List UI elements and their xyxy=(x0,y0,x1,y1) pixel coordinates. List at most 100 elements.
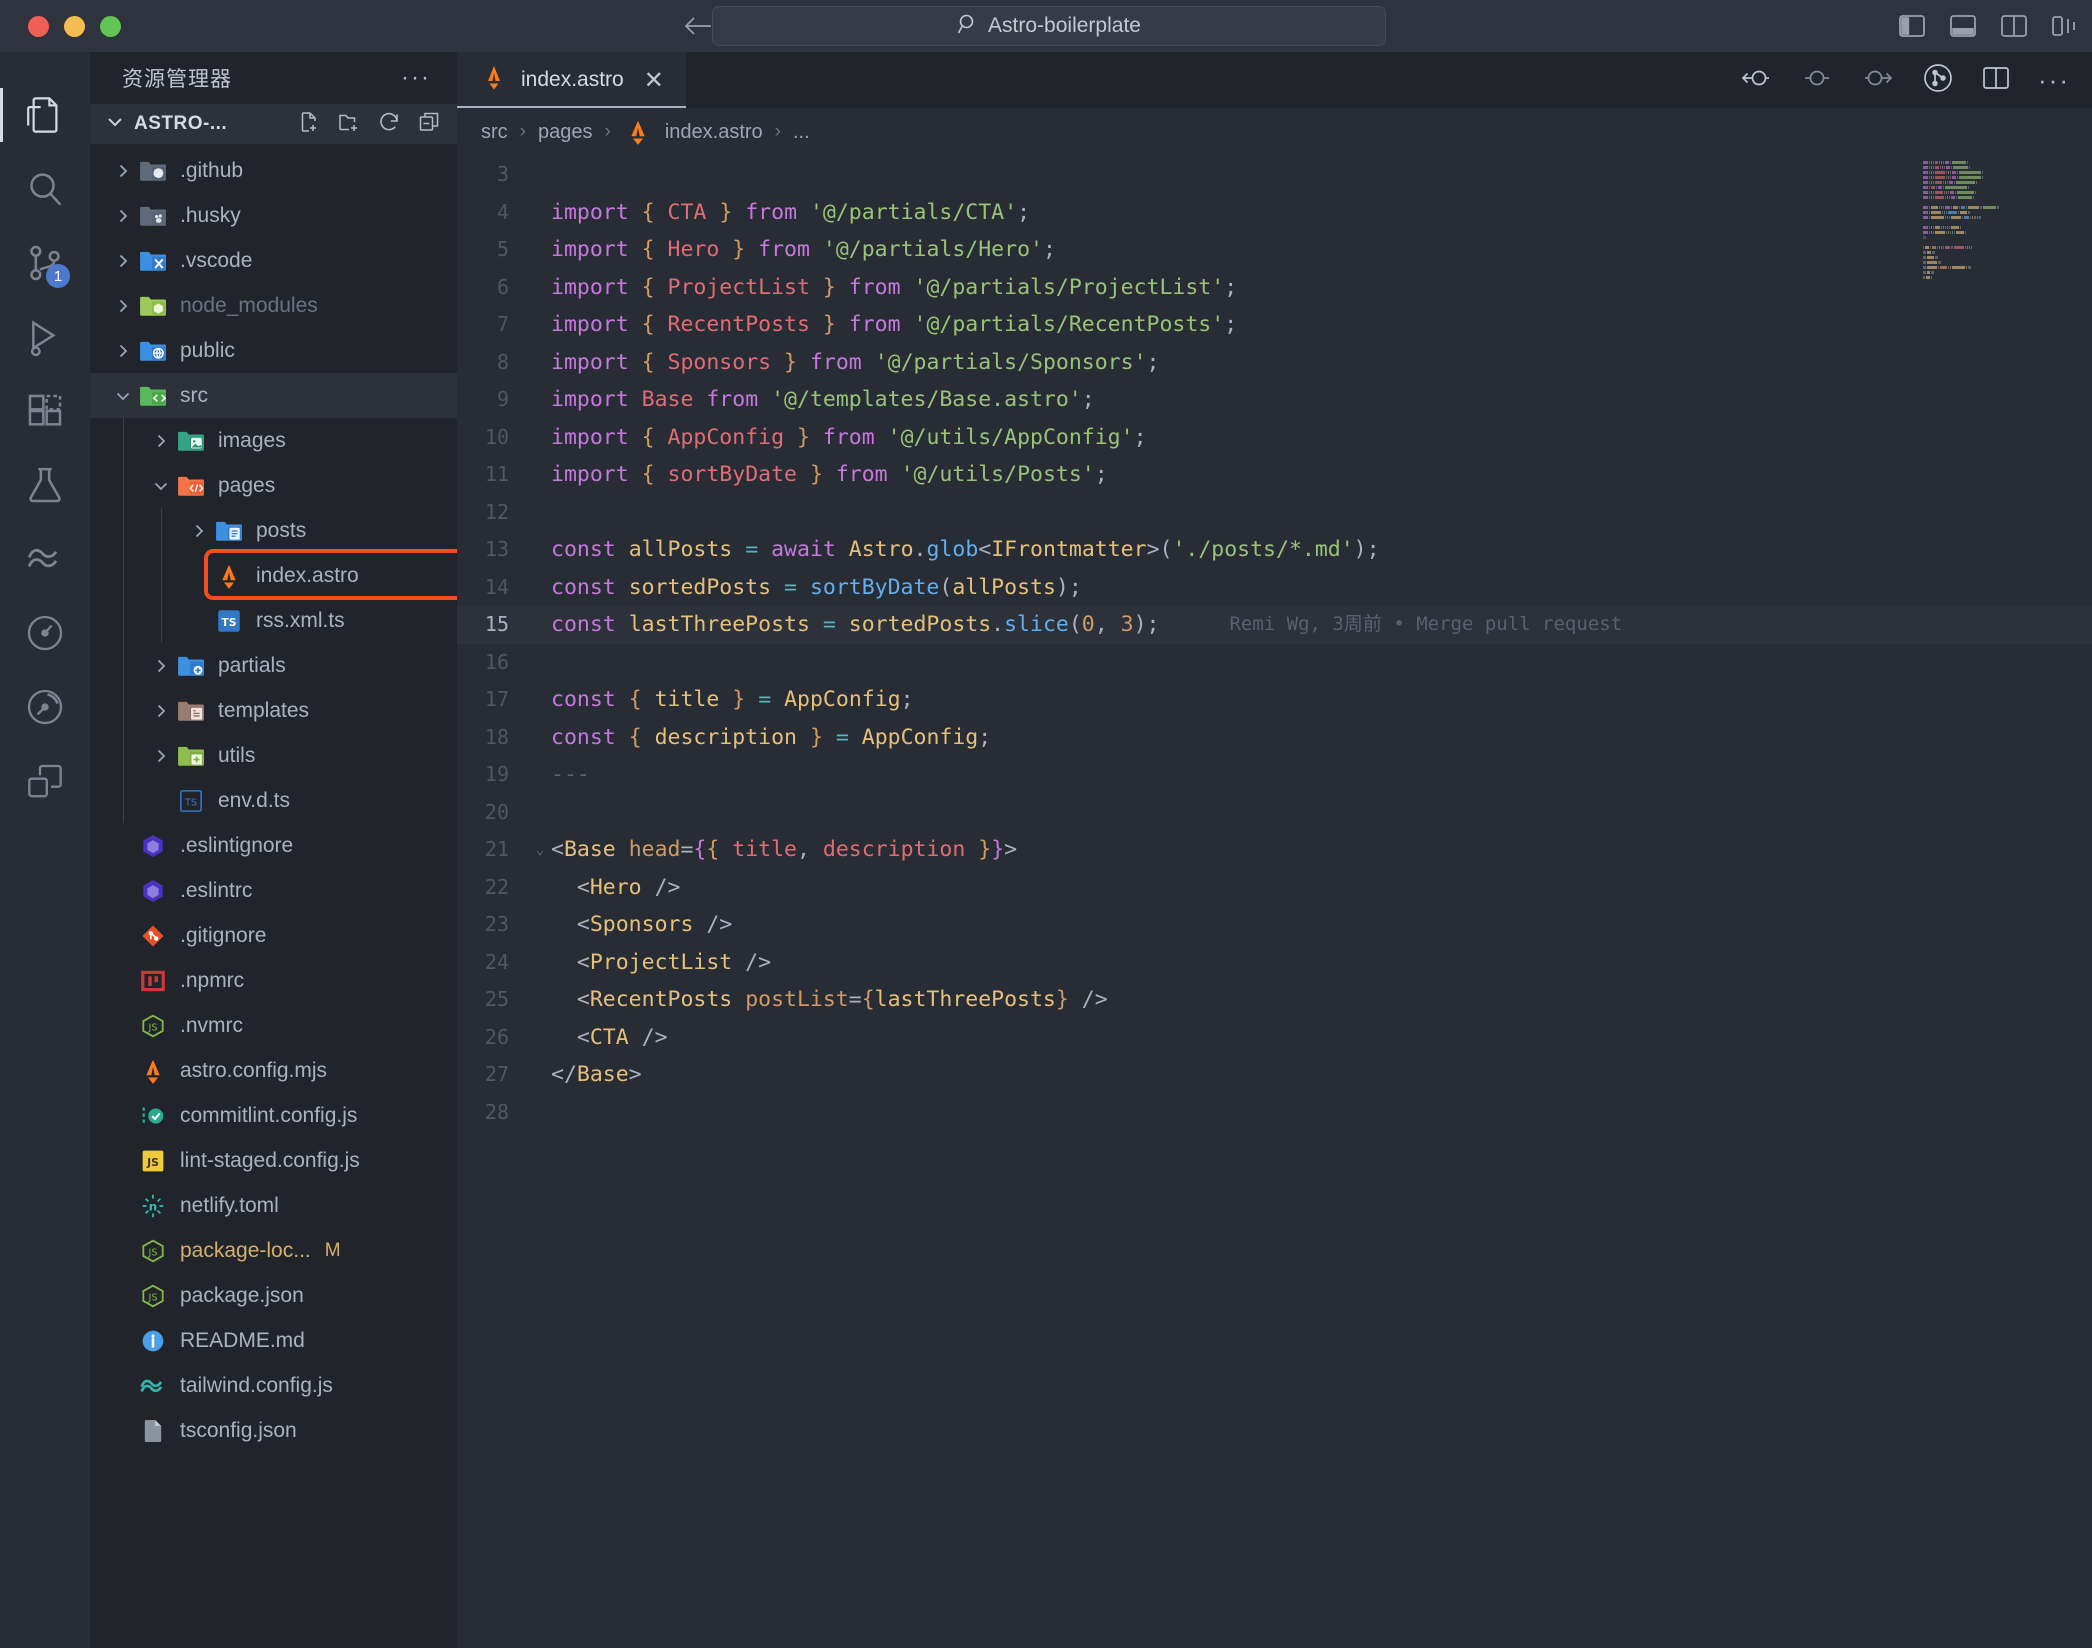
go-forward-icon[interactable] xyxy=(1861,65,1895,96)
go-back-icon[interactable] xyxy=(1739,65,1773,96)
code-line[interactable]: 8import { Sponsors } from '@/partials/Sp… xyxy=(457,344,2092,382)
code-line[interactable]: 14const sortedPosts = sortByDate(allPost… xyxy=(457,569,2092,607)
more-actions-icon[interactable]: ··· xyxy=(2038,74,2070,86)
code-line[interactable]: 6import { ProjectList } from '@/partials… xyxy=(457,269,2092,307)
activitybar-item-tailwind[interactable] xyxy=(0,522,90,596)
chevron-down-icon[interactable] xyxy=(110,386,136,406)
new-folder-icon[interactable] xyxy=(337,110,361,139)
tree-row-images[interactable]: images xyxy=(90,418,457,463)
tree-row-env-d-ts[interactable]: TSenv.d.ts xyxy=(90,778,457,823)
go-back-icon[interactable] xyxy=(681,13,715,39)
code-line[interactable]: 28 xyxy=(457,1094,2092,1132)
activitybar-item-metrics[interactable] xyxy=(0,596,90,670)
chevron-right-icon[interactable] xyxy=(110,206,136,226)
chevron-right-icon[interactable] xyxy=(110,161,136,181)
tree-row-rss-xml-ts[interactable]: TSrss.xml.ts xyxy=(90,598,457,643)
tree-row-readme-md[interactable]: README.md xyxy=(90,1318,457,1363)
chevron-right-icon[interactable] xyxy=(110,341,136,361)
code-line[interactable]: 4import { CTA } from '@/partials/CTA'; xyxy=(457,194,2092,232)
code-line[interactable]: 23 <Sponsors /> xyxy=(457,906,2092,944)
go-to-icon[interactable] xyxy=(1800,65,1834,96)
activitybar-item-coverage[interactable] xyxy=(0,670,90,744)
chevron-right-icon[interactable] xyxy=(148,431,174,451)
tree-row-lint-staged-config-js[interactable]: JSlint-staged.config.js xyxy=(90,1138,457,1183)
collapse-all-icon[interactable] xyxy=(417,110,441,139)
code-line[interactable]: 27</Base> xyxy=(457,1056,2092,1094)
tree-row--vscode[interactable]: .vscode xyxy=(90,238,457,283)
tree-row-tailwind-config-js[interactable]: tailwind.config.js xyxy=(90,1363,457,1408)
breadcrumb-segment[interactable]: src xyxy=(481,121,508,144)
activitybar-item-explorer[interactable] xyxy=(0,78,90,152)
tab-index-astro[interactable]: index.astro ✕ xyxy=(457,52,687,108)
code-line[interactable]: 7import { RecentPosts } from '@/partials… xyxy=(457,306,2092,344)
activitybar-item-search[interactable] xyxy=(0,152,90,226)
tree-row-netlify-toml[interactable]: nnetlify.toml xyxy=(90,1183,457,1228)
tree-row-utils[interactable]: utils xyxy=(90,733,457,778)
toggle-secondary-sidebar-icon[interactable] xyxy=(2001,15,2027,37)
activitybar-item-containers[interactable] xyxy=(0,744,90,818)
chevron-down-icon[interactable] xyxy=(148,476,174,496)
fold-indicator[interactable]: ⌄ xyxy=(529,831,551,869)
code-line[interactable]: 9import Base from '@/templates/Base.astr… xyxy=(457,381,2092,419)
tree-row--gitignore[interactable]: .gitignore xyxy=(90,913,457,958)
tree-row--npmrc[interactable]: .npmrc xyxy=(90,958,457,1003)
chevron-right-icon[interactable] xyxy=(148,701,174,721)
tree-row-index-astro[interactable]: index.astro xyxy=(90,553,457,598)
tree-row--husky[interactable]: .husky xyxy=(90,193,457,238)
close-icon[interactable]: ✕ xyxy=(644,66,664,95)
source-graph-icon[interactable] xyxy=(1922,62,1954,99)
code-line[interactable]: 17const { title } = AppConfig; xyxy=(457,681,2092,719)
new-file-icon[interactable] xyxy=(297,110,321,139)
chevron-right-icon[interactable] xyxy=(110,251,136,271)
tree-row-package-loc-[interactable]: JSpackage-loc...M xyxy=(90,1228,457,1273)
code-editor[interactable]: 34import { CTA } from '@/partials/CTA';5… xyxy=(457,156,2092,1131)
minimize-window-button[interactable] xyxy=(64,16,85,37)
tree-row--nvmrc[interactable]: JS.nvmrc xyxy=(90,1003,457,1048)
refresh-icon[interactable] xyxy=(377,110,401,139)
customize-layout-icon[interactable] xyxy=(2052,15,2078,37)
chevron-down-icon[interactable] xyxy=(104,111,126,138)
zoom-window-button[interactable] xyxy=(100,16,121,37)
tree-row-node-modules[interactable]: node_modules xyxy=(90,283,457,328)
code-line[interactable]: 26 <CTA /> xyxy=(457,1019,2092,1057)
breadcrumb-segment[interactable]: index.astro xyxy=(665,121,763,144)
editor-minimap[interactable] xyxy=(1923,156,2068,276)
chevron-right-icon[interactable] xyxy=(148,746,174,766)
activitybar-item-extensions[interactable] xyxy=(0,374,90,448)
tree-row-posts[interactable]: posts xyxy=(90,508,457,553)
code-line[interactable]: 10import { AppConfig } from '@/utils/App… xyxy=(457,419,2092,457)
tree-row--eslintignore[interactable]: .eslintignore xyxy=(90,823,457,868)
code-line[interactable]: 5import { Hero } from '@/partials/Hero'; xyxy=(457,231,2092,269)
command-center[interactable]: Astro-boilerplate xyxy=(712,6,1386,46)
chevron-right-icon[interactable] xyxy=(186,521,212,541)
breadcrumb-segment[interactable]: ... xyxy=(793,121,810,144)
code-line[interactable]: 3 xyxy=(457,156,2092,194)
code-line[interactable]: 16 xyxy=(457,644,2092,682)
code-line[interactable]: 15const lastThreePosts = sortedPosts.sli… xyxy=(457,606,2092,644)
tree-row-src[interactable]: src xyxy=(90,373,457,418)
explorer-more-actions-icon[interactable]: ··· xyxy=(401,73,431,83)
tree-row-package-json[interactable]: JSpackage.json xyxy=(90,1273,457,1318)
code-line[interactable]: 22 <Hero /> xyxy=(457,869,2092,907)
code-line[interactable]: 13const allPosts = await Astro.glob<IFro… xyxy=(457,531,2092,569)
activitybar-item-source-control[interactable]: 1 xyxy=(0,226,90,300)
tree-row-pages[interactable]: pages xyxy=(90,463,457,508)
tree-row--github[interactable]: .github xyxy=(90,148,457,193)
workspace-root-row[interactable]: ASTRO-... xyxy=(90,104,457,144)
tree-row-public[interactable]: public xyxy=(90,328,457,373)
chevron-right-icon[interactable] xyxy=(110,296,136,316)
tree-row--eslintrc[interactable]: .eslintrc xyxy=(90,868,457,913)
close-window-button[interactable] xyxy=(28,16,49,37)
code-line[interactable]: 24 <ProjectList /> xyxy=(457,944,2092,982)
tree-row-commitlint-config-js[interactable]: commitlint.config.js xyxy=(90,1093,457,1138)
code-line[interactable]: 12 xyxy=(457,494,2092,532)
tree-row-astro-config-mjs[interactable]: astro.config.mjs xyxy=(90,1048,457,1093)
tree-row-tsconfig-json[interactable]: tsconfig.json xyxy=(90,1408,457,1453)
code-line[interactable]: 11import { sortByDate } from '@/utils/Po… xyxy=(457,456,2092,494)
activitybar-item-run-and-debug[interactable] xyxy=(0,300,90,374)
toggle-primary-sidebar-icon[interactable] xyxy=(1899,15,1925,37)
code-line[interactable]: 19--- xyxy=(457,756,2092,794)
toggle-panel-icon[interactable] xyxy=(1950,15,1976,37)
chevron-right-icon[interactable] xyxy=(148,656,174,676)
code-line[interactable]: 18const { description } = AppConfig; xyxy=(457,719,2092,757)
